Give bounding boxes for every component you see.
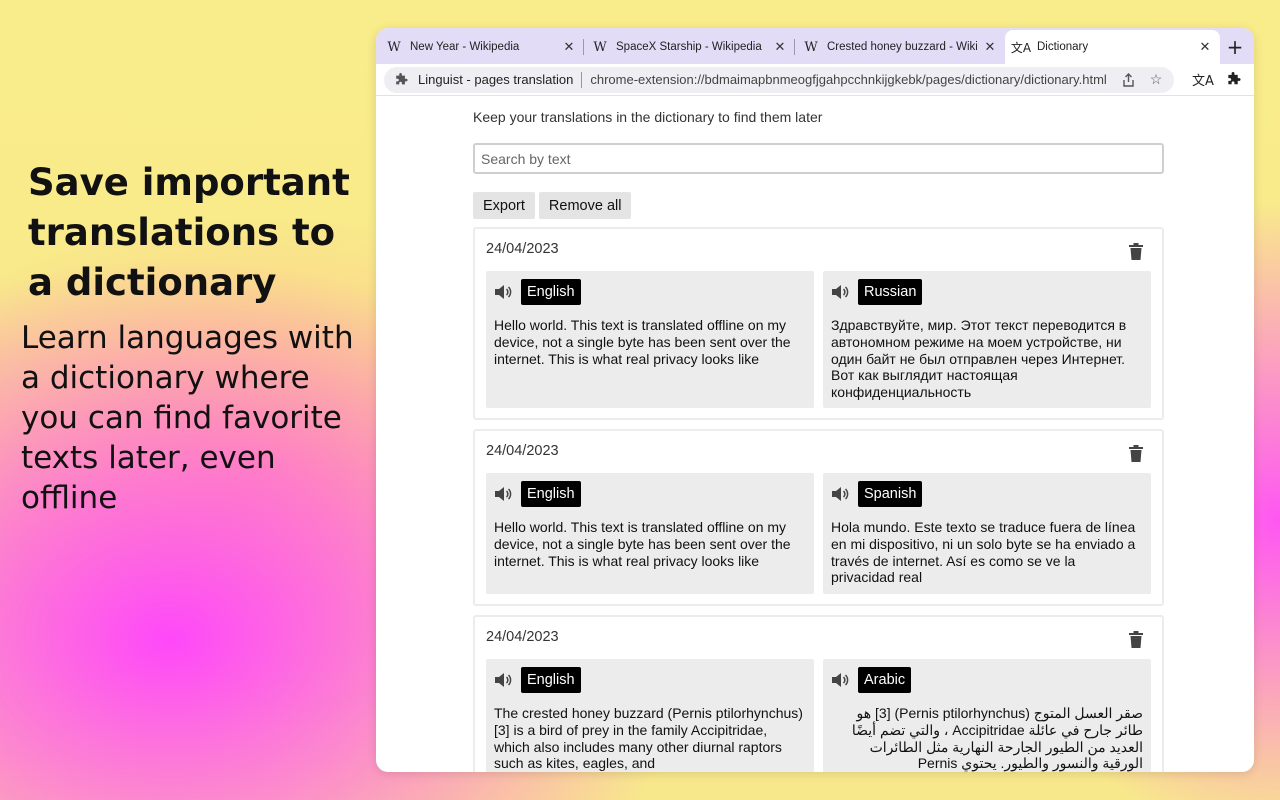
close-icon[interactable]: ✕ bbox=[562, 39, 576, 55]
source-pane: English Hello world. This text is transl… bbox=[486, 271, 814, 408]
promo-title: Save important translations to a diction… bbox=[28, 161, 350, 304]
wikipedia-icon: W bbox=[804, 39, 818, 55]
wikipedia-icon: W bbox=[387, 39, 401, 55]
dictionary-entry: 24/04/2023 English Hello world. This tex… bbox=[473, 429, 1164, 606]
speaker-icon[interactable] bbox=[494, 284, 512, 300]
speaker-icon[interactable] bbox=[831, 284, 849, 300]
close-icon[interactable]: ✕ bbox=[773, 39, 787, 55]
site-name: Linguist - pages translation bbox=[418, 72, 574, 87]
tab-bar: W New Year - Wikipedia ✕ W SpaceX Starsh… bbox=[376, 28, 1254, 64]
new-tab-button[interactable]: + bbox=[1220, 30, 1250, 64]
language-badge: Russian bbox=[858, 279, 923, 305]
tab-title: New Year - Wikipedia bbox=[410, 41, 520, 53]
translate-extension-icon[interactable]: 文A bbox=[1192, 69, 1214, 91]
dictionary-entry: 24/04/2023 English Hello world. This tex… bbox=[473, 227, 1164, 420]
page-content: Keep your translations in the dictionary… bbox=[376, 96, 1254, 772]
share-icon[interactable] bbox=[1120, 72, 1136, 88]
browser-window: W New Year - Wikipedia ✕ W SpaceX Starsh… bbox=[376, 28, 1254, 772]
dictionary-entry: 24/04/2023 English The crested honey buz… bbox=[473, 615, 1164, 772]
trash-icon[interactable] bbox=[1129, 631, 1143, 648]
source-text: Hello world. This text is translated off… bbox=[494, 317, 791, 367]
entry-date: 24/04/2023 bbox=[486, 629, 559, 645]
close-icon[interactable]: ✕ bbox=[983, 39, 997, 55]
close-icon[interactable]: ✕ bbox=[1198, 39, 1212, 55]
tab-title: Dictionary bbox=[1037, 41, 1089, 53]
extensions-puzzle-icon[interactable] bbox=[1222, 69, 1244, 91]
search-input[interactable] bbox=[473, 143, 1164, 174]
wikipedia-icon: W bbox=[593, 39, 607, 55]
language-badge: Spanish bbox=[858, 481, 923, 507]
tab-crested-honey-buzzard[interactable]: W Crested honey buzzard - Wikipedia ✕ bbox=[795, 30, 1005, 64]
speaker-icon[interactable] bbox=[831, 672, 849, 688]
source-pane: English Hello world. This text is transl… bbox=[486, 473, 814, 594]
browser-toolbar: Linguist - pages translation chrome-exte… bbox=[376, 64, 1254, 96]
promo-panel: Save important translations to a diction… bbox=[0, 0, 376, 800]
action-buttons: Export Remove all bbox=[473, 192, 632, 219]
target-text: Здравствуйте, мир. Этот текст переводитс… bbox=[831, 317, 1127, 401]
bookmark-star-icon[interactable]: ☆ bbox=[1148, 71, 1164, 88]
language-badge: English bbox=[521, 481, 581, 507]
export-button[interactable]: Export bbox=[473, 192, 535, 219]
omnibox-divider bbox=[581, 71, 583, 88]
target-text: Hola mundo. Este texto se traduce fuera … bbox=[831, 519, 1136, 586]
tab-new-year[interactable]: W New Year - Wikipedia ✕ bbox=[378, 30, 584, 64]
source-text: The crested honey buzzard (Pernis ptilor… bbox=[494, 705, 803, 772]
tab-title: SpaceX Starship - Wikipedia bbox=[616, 41, 762, 53]
language-badge: English bbox=[521, 279, 581, 305]
language-badge: Arabic bbox=[858, 667, 912, 693]
url-text[interactable]: chrome-extension://bdmaimapbnmeogfjgahpc… bbox=[590, 72, 1108, 87]
page-subtitle: Keep your translations in the dictionary… bbox=[473, 109, 823, 125]
target-text: صقر العسل المتوج (Pernis ptilorhynchus) … bbox=[851, 705, 1143, 772]
target-pane: Russian Здравствуйте, мир. Этот текст пе… bbox=[823, 271, 1151, 408]
translate-icon: 文A bbox=[1010, 40, 1032, 55]
speaker-icon[interactable] bbox=[494, 672, 512, 688]
tab-spacex-starship[interactable]: W SpaceX Starship - Wikipedia ✕ bbox=[584, 30, 795, 64]
remove-all-button[interactable]: Remove all bbox=[538, 192, 632, 219]
tab-dictionary[interactable]: 文A Dictionary ✕ bbox=[1005, 30, 1220, 64]
language-badge: English bbox=[521, 667, 581, 693]
target-pane: Arabic صقر العسل المتوج (Pernis ptilorhy… bbox=[823, 659, 1151, 772]
entry-date: 24/04/2023 bbox=[486, 241, 559, 257]
puzzle-icon bbox=[396, 72, 408, 84]
trash-icon[interactable] bbox=[1129, 243, 1143, 260]
trash-icon[interactable] bbox=[1129, 445, 1143, 462]
promo-description: Learn languages with a dictionary where … bbox=[21, 320, 354, 516]
speaker-icon[interactable] bbox=[831, 486, 849, 502]
source-pane: English The crested honey buzzard (Perni… bbox=[486, 659, 814, 772]
speaker-icon[interactable] bbox=[494, 486, 512, 502]
target-pane: Spanish Hola mundo. Este texto se traduc… bbox=[823, 473, 1151, 594]
source-text: Hello world. This text is translated off… bbox=[494, 519, 791, 569]
entry-date: 24/04/2023 bbox=[486, 443, 559, 459]
address-bar[interactable]: Linguist - pages translation chrome-exte… bbox=[384, 66, 1174, 93]
tab-title: Crested honey buzzard - Wikipedia bbox=[827, 41, 977, 53]
